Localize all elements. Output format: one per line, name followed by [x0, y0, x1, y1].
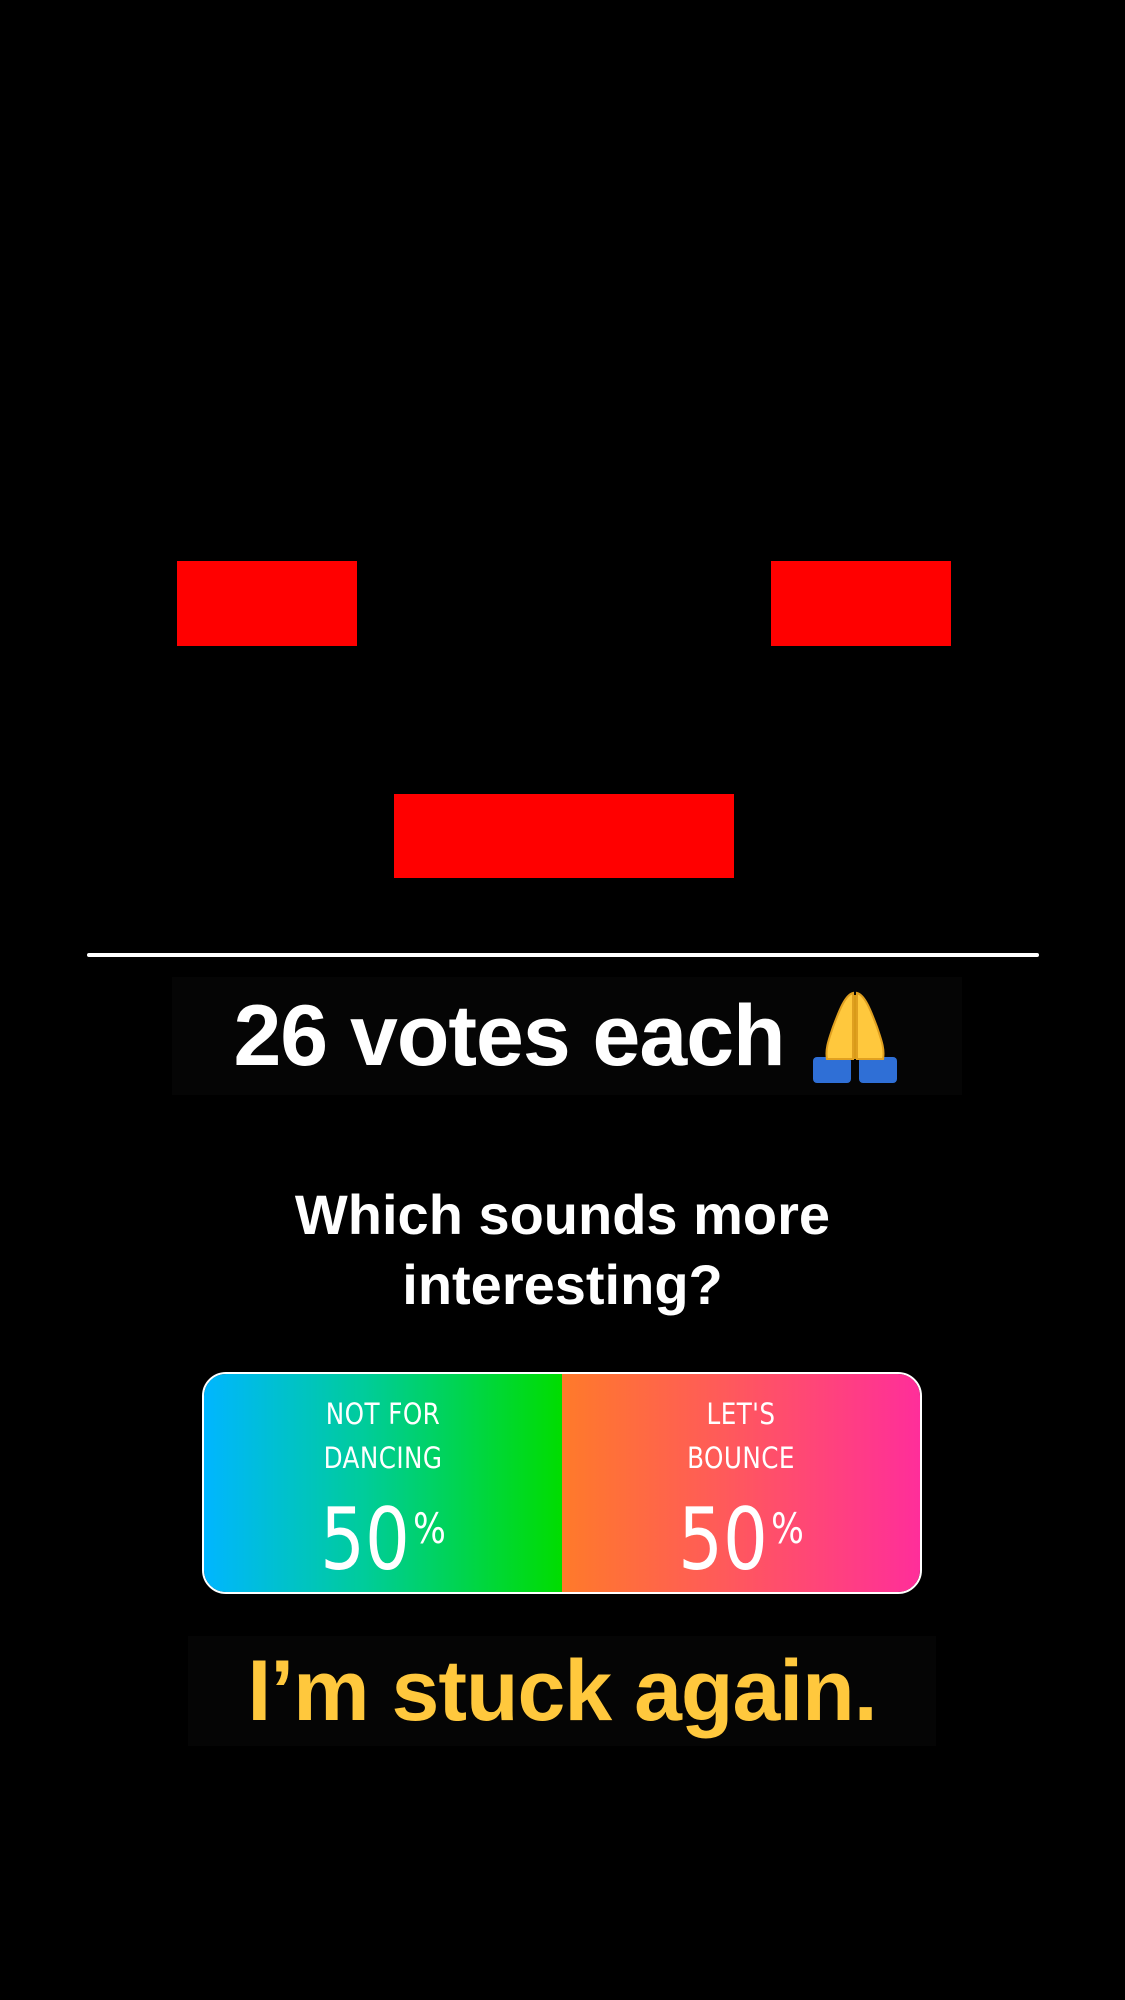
- poll-option-lets-bounce[interactable]: LET'S BOUNCE 50%: [562, 1374, 920, 1592]
- poll-option-not-for-dancing[interactable]: NOT FOR DANCING 50%: [204, 1374, 562, 1592]
- redacted-block-right: [771, 561, 951, 646]
- folded-hands-icon: [809, 987, 901, 1085]
- divider-line: [87, 953, 1039, 957]
- poll-percent-value: 50: [320, 1490, 410, 1590]
- poll-option-label-line2: DANCING: [323, 1441, 443, 1475]
- top-caption: 26 votes each: [172, 977, 962, 1095]
- poll-option-label-line2: BOUNCE: [687, 1441, 795, 1475]
- poll-option-percentage: 50%: [594, 1484, 888, 1585]
- poll-option-percentage: 50%: [236, 1484, 530, 1585]
- poll-option-label: LET'S BOUNCE: [589, 1392, 893, 1480]
- poll-option-label-line1: NOT FOR: [325, 1397, 441, 1431]
- poll-option-label: NOT FOR DANCING: [231, 1392, 535, 1480]
- poll-option-label-line1: LET'S: [706, 1397, 776, 1431]
- redacted-block-left: [177, 561, 357, 646]
- percent-sign: %: [413, 1504, 446, 1553]
- bottom-caption: I’m stuck again.: [188, 1636, 936, 1746]
- poll-percent-value: 50: [678, 1490, 768, 1590]
- percent-sign: %: [771, 1504, 804, 1553]
- redacted-block-center: [394, 794, 734, 878]
- top-caption-text: 26 votes each: [233, 987, 785, 1084]
- poll-question: Which sounds more interesting?: [294, 1183, 831, 1316]
- bottom-caption-text: I’m stuck again.: [247, 1642, 877, 1739]
- poll-sticker: NOT FOR DANCING 50% LET'S BOUNCE 50%: [202, 1372, 922, 1594]
